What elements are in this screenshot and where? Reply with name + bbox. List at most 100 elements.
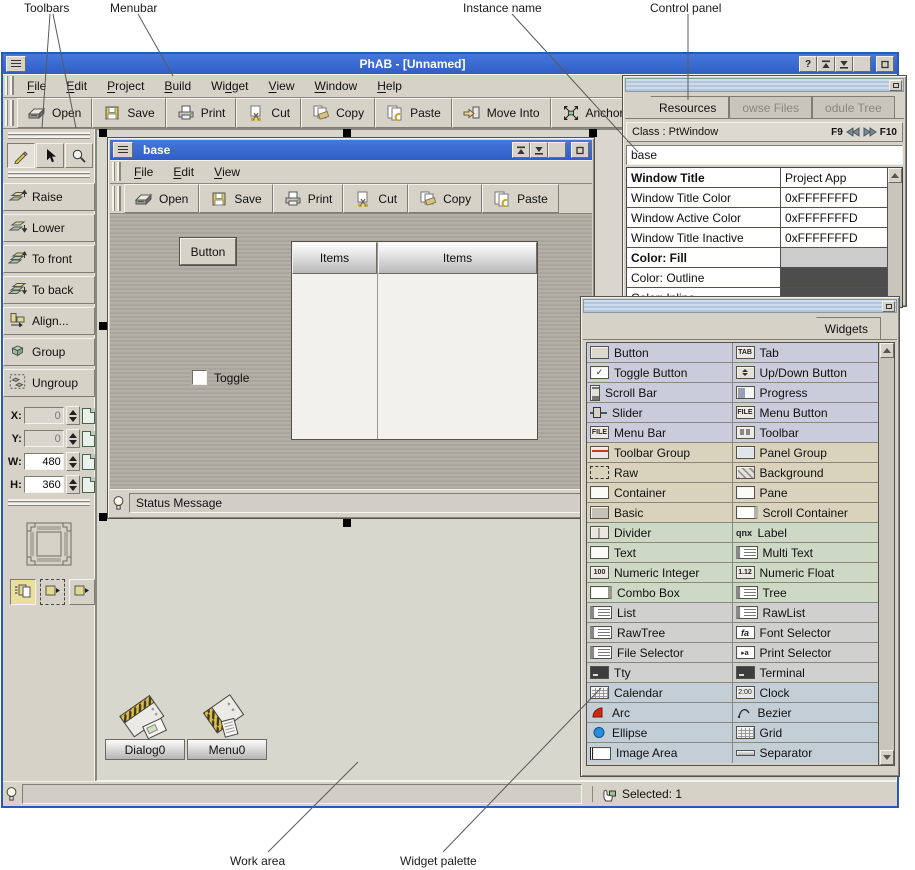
base-window-menu-icon[interactable] bbox=[113, 142, 133, 158]
palette-item-divider[interactable]: Divider bbox=[587, 523, 733, 543]
palette-item-label[interactable]: qnxLabel bbox=[733, 523, 879, 543]
field-w-input[interactable] bbox=[24, 453, 64, 470]
palette-item-basic[interactable]: Basic bbox=[587, 503, 733, 523]
palette-item-raw[interactable]: Raw bbox=[587, 463, 733, 483]
widget-list[interactable]: Items Items bbox=[291, 241, 538, 440]
selection-handle-bottom-left[interactable] bbox=[99, 513, 107, 521]
palette-item-pane[interactable]: Pane bbox=[733, 483, 879, 503]
palette-item-arc[interactable]: Arc bbox=[587, 703, 733, 723]
field-w-lock-icon[interactable] bbox=[82, 454, 95, 470]
resource-row-window-title-inactive[interactable]: Window Title Inactive0xFFFFFFFD bbox=[627, 228, 887, 248]
base-menu-edit[interactable]: Edit bbox=[163, 160, 204, 183]
spinner-down-icon[interactable] bbox=[69, 417, 77, 422]
palette-item-grid[interactable]: Grid bbox=[733, 723, 879, 743]
palette-item-combo-box[interactable]: Combo Box bbox=[587, 583, 733, 603]
menubar-grip[interactable] bbox=[5, 76, 14, 95]
sidebar-align-button[interactable]: Align... bbox=[3, 307, 95, 335]
tab-odule-tree[interactable]: odule Tree bbox=[812, 96, 895, 118]
main-titlebar[interactable]: PhAB - [Unnamed] ? bbox=[3, 54, 897, 74]
base-toolbar-open-button[interactable]: Open bbox=[124, 184, 199, 213]
palette-item-image-area[interactable]: Image Area bbox=[587, 743, 733, 763]
palette-item-slider[interactable]: Slider bbox=[587, 403, 733, 423]
main-toolbar-open-button[interactable]: Open bbox=[17, 98, 92, 128]
field-x-lock-icon[interactable] bbox=[82, 408, 95, 424]
palette-panel-button[interactable] bbox=[882, 301, 895, 312]
base-toolbar-paste-button[interactable]: Paste bbox=[482, 184, 559, 213]
base-toolbar-copy-button[interactable]: Copy bbox=[408, 184, 482, 213]
palette-item-tty[interactable]: Tty bbox=[587, 663, 733, 683]
selection-handle-bottom-center[interactable] bbox=[343, 519, 351, 527]
palette-item-container[interactable]: Container bbox=[587, 483, 733, 503]
palette-item-background[interactable]: Background bbox=[733, 463, 879, 483]
palette-item-menu-bar[interactable]: FILEMenu Bar bbox=[587, 423, 733, 443]
list-header-1[interactable]: Items bbox=[292, 242, 377, 274]
resource-row-color-fill[interactable]: Color: Fill bbox=[627, 248, 887, 268]
main-toolbar-print-button[interactable]: Print bbox=[166, 98, 237, 128]
palette-item-text[interactable]: Text bbox=[587, 543, 733, 563]
base-menubar-grip[interactable] bbox=[112, 162, 121, 181]
sidebar-group-button[interactable]: Group bbox=[3, 338, 95, 366]
module-menu0[interactable]: Menu0 bbox=[187, 689, 267, 760]
spinner-up-icon[interactable] bbox=[69, 456, 77, 461]
base-module-window[interactable]: base FileEditView OpenSavePrintCutCopyPa… bbox=[107, 137, 595, 519]
palette-item-numeric-float[interactable]: 1.12Numeric Float bbox=[733, 563, 879, 583]
sidebar-grip-bottom[interactable] bbox=[8, 499, 90, 506]
spinner-up-icon[interactable] bbox=[69, 433, 77, 438]
field-w-spinner[interactable] bbox=[66, 452, 80, 471]
main-maximize-button[interactable] bbox=[853, 56, 871, 72]
base-unshade-button[interactable] bbox=[530, 142, 548, 158]
palette-scrollbar[interactable] bbox=[878, 342, 895, 766]
list-body-2[interactable] bbox=[378, 274, 537, 439]
widget-push-button[interactable]: Button bbox=[180, 238, 236, 265]
resource-row-color-outline[interactable]: Color: Outline bbox=[627, 268, 887, 288]
main-menu-help[interactable]: Help bbox=[367, 74, 412, 97]
sidebar-to-back-button[interactable]: To back bbox=[3, 276, 95, 304]
palette-item-terminal[interactable]: Terminal bbox=[733, 663, 879, 683]
palette-item-up-down-button[interactable]: Up/Down Button bbox=[733, 363, 879, 383]
palette-item-multi-text[interactable]: Multi Text bbox=[733, 543, 879, 563]
nav-prev-icon[interactable] bbox=[846, 127, 860, 137]
resources-titlebar[interactable] bbox=[625, 78, 904, 92]
palette-item-progress[interactable]: Progress bbox=[733, 383, 879, 403]
palette-item-tree[interactable]: Tree bbox=[733, 583, 879, 603]
toolbar-grip[interactable] bbox=[5, 100, 14, 126]
sidebar-grip-mid[interactable] bbox=[8, 171, 90, 178]
main-shade-button[interactable] bbox=[817, 56, 835, 72]
sidebar-to-front-button[interactable]: To front bbox=[3, 245, 95, 273]
pointer-tool-button[interactable] bbox=[36, 143, 64, 168]
main-menu-project[interactable]: Project bbox=[97, 74, 154, 97]
base-canvas[interactable]: Button Items Items Toggle bbox=[110, 214, 592, 489]
instance-name-input[interactable]: base bbox=[626, 145, 903, 165]
palette-item-font-selector[interactable]: faFont Selector bbox=[733, 623, 879, 643]
selection-handle-top-right[interactable] bbox=[589, 129, 597, 137]
palette-item-separator[interactable]: Separator bbox=[733, 743, 879, 763]
widget-toggle-button[interactable]: Toggle bbox=[192, 370, 249, 385]
module-dialog0[interactable]: Dialog0 bbox=[105, 689, 185, 760]
resources-scrollbar[interactable] bbox=[887, 168, 902, 307]
main-unshade-button[interactable] bbox=[835, 56, 853, 72]
sidebar-ungroup-button[interactable]: Ungroup bbox=[3, 369, 95, 397]
palette-item-file-selector[interactable]: File Selector bbox=[587, 643, 733, 663]
palette-item-toggle-button[interactable]: ✓Toggle Button bbox=[587, 363, 733, 383]
main-menu-file[interactable]: File bbox=[17, 74, 56, 97]
resource-color-swatch[interactable] bbox=[781, 268, 887, 287]
palette-item-rawlist[interactable]: RawList bbox=[733, 603, 879, 623]
resource-row-window-title[interactable]: Window TitleProject App bbox=[627, 168, 887, 188]
scroll-up-icon[interactable] bbox=[888, 168, 902, 183]
selection-handle-left-center[interactable] bbox=[99, 322, 107, 330]
anchor-preview[interactable] bbox=[20, 519, 78, 571]
palette-item-print-selector[interactable]: ▸aPrint Selector bbox=[733, 643, 879, 663]
field-h-spinner[interactable] bbox=[66, 475, 80, 494]
palette-item-list[interactable]: List bbox=[587, 603, 733, 623]
toggle-checkbox[interactable] bbox=[192, 370, 207, 385]
resource-value[interactable]: 0xFFFFFFFD bbox=[781, 228, 887, 247]
resource-color-swatch[interactable] bbox=[781, 248, 887, 267]
main-menu-window[interactable]: Window bbox=[305, 74, 368, 97]
sidebar-grip-top[interactable] bbox=[8, 132, 90, 139]
main-toolbar-cut-button[interactable]: Cut bbox=[236, 98, 301, 128]
main-toolbar-save-button[interactable]: Save bbox=[92, 98, 165, 128]
base-toolbar-cut-button[interactable]: Cut bbox=[343, 184, 408, 213]
palette-titlebar[interactable] bbox=[583, 299, 897, 313]
box-arrow-right-button[interactable] bbox=[69, 579, 95, 605]
palette-item-numeric-integer[interactable]: 100Numeric Integer bbox=[587, 563, 733, 583]
